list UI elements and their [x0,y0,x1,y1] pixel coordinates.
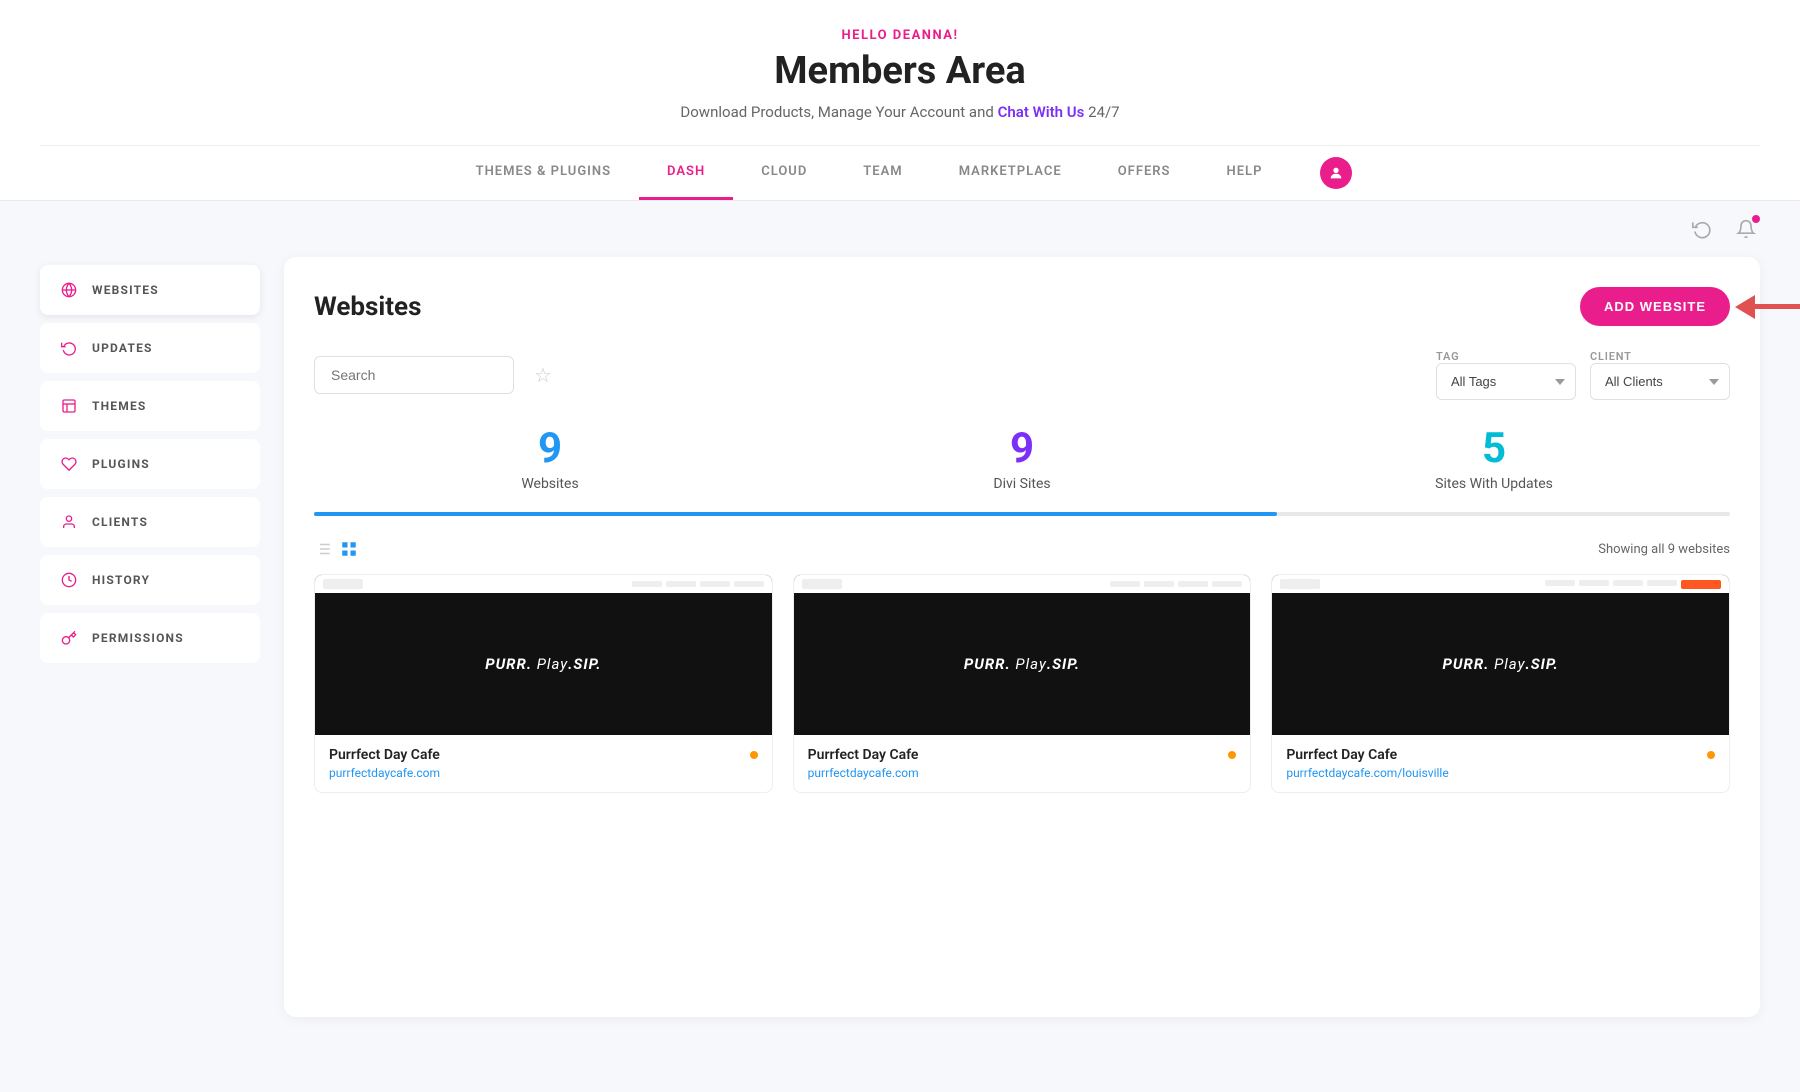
header-top: HELLO DEANNA! Members Area Download Prod… [40,0,1760,129]
client-filter-group: CLIENT All Clients [1590,350,1730,400]
nav-dash[interactable]: DASH [639,146,733,200]
client-select[interactable]: All Clients [1590,363,1730,400]
site-name: Purrfect Day Cafe [1286,747,1715,763]
site-status-dot [1228,751,1236,759]
view-row: Showing all 9 websites [314,540,1730,558]
subtitle-text: Download Products, Manage Your Account a… [680,103,993,121]
client-label: CLIENT [1590,350,1730,363]
user-icon [60,513,78,531]
stat-websites: 9 Websites [314,428,786,492]
layout-icon [60,397,78,415]
site-header: HELLO DEANNA! Members Area Download Prod… [0,0,1800,201]
cards-grid: PURR. Play.SIP. Purrfect Day Cafe purrfe… [314,574,1730,793]
stat-updates-label: Sites With Updates [1258,476,1730,492]
progress-bar-container [314,512,1730,516]
clock-icon [60,571,78,589]
sidebar-item-clients[interactable]: CLIENTS [40,497,260,547]
nav-team[interactable]: TEAM [835,146,930,200]
heart-icon [60,455,78,473]
refresh-icon-sidebar [60,339,78,357]
sidebar-item-plugins[interactable]: PLUGINS [40,439,260,489]
sidebar-label-permissions: PERMISSIONS [92,631,184,645]
sidebar-item-themes[interactable]: THEMES [40,381,260,431]
stats-row: 9 Websites 9 Divi Sites 5 Sites With Upd… [314,428,1730,492]
subtitle-suffix: 24/7 [1088,103,1119,121]
sidebar-label-clients: CLIENTS [92,515,148,529]
user-avatar[interactable] [1320,157,1352,189]
favorite-star-icon[interactable]: ☆ [534,363,552,387]
content-area: Websites ADD WEBSITE ☆ TAG All Tags [284,257,1760,1017]
filter-group: TAG All Tags CLIENT All Clients [1436,350,1730,400]
site-name: Purrfect Day Cafe [808,747,1237,763]
tag-select[interactable]: All Tags [1436,363,1576,400]
nav-themes-plugins[interactable]: THEMES & PLUGINS [448,146,639,200]
sidebar: WEBSITES UPDATES THEMES PLUGINS CLIENTS [40,257,260,1017]
nav-offers[interactable]: OFFERS [1090,146,1199,200]
add-website-button[interactable]: ADD WEBSITE [1580,287,1730,326]
stat-updates: 5 Sites With Updates [1258,428,1730,492]
content-header: Websites ADD WEBSITE [314,287,1730,326]
stat-websites-number: 9 [314,428,786,470]
sidebar-label-plugins: PLUGINS [92,457,150,471]
chat-link[interactable]: Chat With Us [998,103,1085,121]
site-url[interactable]: purrfectdaycafe.com [329,766,758,780]
site-card-info: Purrfect Day Cafe purrfectdaycafe.com [315,735,772,792]
filter-row: ☆ TAG All Tags CLIENT All Clients [314,350,1730,400]
sidebar-label-history: HISTORY [92,573,150,587]
site-card[interactable]: PURR. Play.SIP. Purrfect Day Cafe purrfe… [793,574,1252,793]
nav-cloud[interactable]: CLOUD [733,146,835,200]
site-status-dot [750,751,758,759]
site-url[interactable]: purrfectdaycafe.com/louisville [1286,766,1715,780]
main-nav: THEMES & PLUGINS DASH CLOUD TEAM MARKETP… [40,145,1760,200]
sidebar-item-permissions[interactable]: PERMISSIONS [40,613,260,663]
site-card-preview: PURR. Play.SIP. [794,575,1251,735]
tag-filter-group: TAG All Tags [1436,350,1576,400]
search-input[interactable] [314,356,514,394]
bell-icon-wrapper[interactable] [1732,215,1760,243]
sidebar-item-websites[interactable]: WEBSITES [40,265,260,315]
arrow-body [1755,304,1800,309]
sidebar-item-updates[interactable]: UPDATES [40,323,260,373]
sidebar-label-updates: UPDATES [92,341,153,355]
site-status-dot [1707,751,1715,759]
refresh-icon[interactable] [1688,215,1716,243]
site-card-preview: PURR. Play.SIP. [315,575,772,735]
arrow-head-icon [1735,295,1755,319]
nav-help[interactable]: HELP [1199,146,1291,200]
stat-divi-number: 9 [786,428,1258,470]
site-card-preview: PURR. Play.SIP. [1272,575,1729,735]
content-title: Websites [314,292,421,322]
list-view-icon[interactable] [314,540,332,558]
stat-websites-label: Websites [314,476,786,492]
showing-text: Showing all 9 websites [1598,542,1730,557]
toolbar-row [0,201,1800,257]
sidebar-label-themes: THEMES [92,399,147,413]
key-icon [60,629,78,647]
sidebar-item-history[interactable]: HISTORY [40,555,260,605]
arrow-indicator [1735,295,1800,319]
tag-label: TAG [1436,350,1576,363]
site-card[interactable]: PURR. Play.SIP. Purrfect Day Cafe purrfe… [314,574,773,793]
grid-view-icon[interactable] [340,540,358,558]
greeting-text: HELLO DEANNA! [40,28,1760,43]
site-url[interactable]: purrfectdaycafe.com [808,766,1237,780]
view-icons [314,540,358,558]
stat-divi-sites: 9 Divi Sites [786,428,1258,492]
stat-updates-number: 5 [1258,428,1730,470]
bell-notification-dot [1752,215,1760,223]
site-card[interactable]: PURR. Play.SIP. Purrfect Day Cafe purrfe… [1271,574,1730,793]
site-card-info: Purrfect Day Cafe purrfectdaycafe.com/lo… [1272,735,1729,792]
site-name: Purrfect Day Cafe [329,747,758,763]
page-title: Members Area [40,49,1760,93]
nav-marketplace[interactable]: MARKETPLACE [931,146,1090,200]
progress-bar-fill [314,512,1277,516]
site-card-info: Purrfect Day Cafe purrfectdaycafe.com [794,735,1251,792]
main-layout: WEBSITES UPDATES THEMES PLUGINS CLIENTS [0,257,1800,1057]
sidebar-label-websites: WEBSITES [92,283,159,297]
globe-icon [60,281,78,299]
stat-divi-label: Divi Sites [786,476,1258,492]
subtitle: Download Products, Manage Your Account a… [40,103,1760,121]
